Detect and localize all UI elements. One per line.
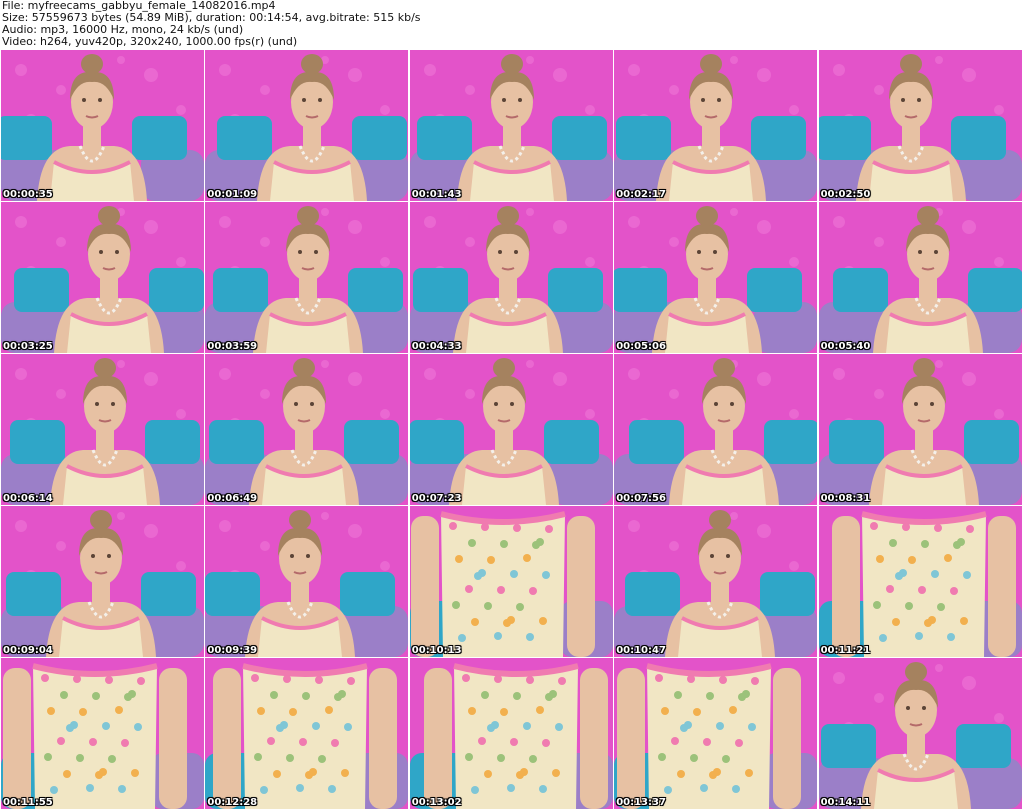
thumbnail-frame-image [205,506,409,657]
thumbnail-frame-image [818,354,1022,505]
timestamp-label: 00:03:59 [207,341,258,352]
video-thumbnail: 00:07:56 [614,354,818,505]
thumbnail-frame-image [614,658,818,809]
timestamp-label: 00:10:13 [411,645,462,656]
thumbnail-frame-image [205,658,409,809]
thumbnail-frame-image [1,506,204,657]
thumbnail-frame-image [409,202,613,353]
timestamp-label: 00:07:23 [411,493,462,504]
timestamp-label: 00:05:40 [820,341,871,352]
timestamp-label: 00:09:39 [207,645,258,656]
video-thumbnail: 00:12:28 [205,658,409,809]
timestamp-label: 00:02:17 [616,189,666,200]
thumbnail-frame-image [205,354,409,505]
timestamp-label: 00:10:47 [616,645,666,656]
timestamp-label: 00:01:43 [411,189,462,200]
timestamp-label: 00:01:09 [207,189,258,200]
thumbnail-frame-image [614,50,818,201]
thumbnail-frame-image [409,658,613,809]
video-line: Video: h264, yuv420p, 320x240, 1000.00 f… [2,35,298,48]
thumbnail-frame-image [818,506,1022,657]
video-thumbnail: 00:08:31 [818,354,1022,505]
thumbnail-frame-image [1,202,204,353]
video-thumbnail: 00:03:25 [1,202,204,353]
timestamp-label: 00:08:31 [820,493,871,504]
thumbnail-frame-image [614,354,818,505]
thumbnail-frame-image [1,354,204,505]
video-thumbnail: 00:05:40 [818,202,1022,353]
video-thumbnail: 00:01:09 [205,50,409,201]
timestamp-label: 00:12:28 [207,797,258,808]
timestamp-label: 00:03:25 [3,341,53,352]
video-thumbnail: 00:09:39 [205,506,409,657]
video-thumbnail: 00:06:14 [1,354,204,505]
thumbnail-frame-image [818,202,1022,353]
video-thumbnail: 00:10:47 [614,506,818,657]
thumbnail-frame-image [409,50,613,201]
video-thumbnail: 00:04:33 [409,202,613,353]
video-thumbnail: 00:01:43 [409,50,613,201]
timestamp-label: 00:00:35 [3,189,53,200]
video-thumbnail: 00:00:35 [1,50,204,201]
thumbnail-frame-image [409,354,613,505]
thumbnail-frame-image [818,50,1022,201]
video-thumbnail: 00:13:37 [614,658,818,809]
timestamp-label: 00:04:33 [411,341,462,352]
thumbnail-frame-image [205,50,409,201]
video-thumbnail: 00:06:49 [205,354,409,505]
video-thumbnail: 00:14:11 [818,658,1022,809]
timestamp-label: 00:09:04 [3,645,53,656]
timestamp-label: 00:13:02 [411,797,462,808]
video-thumbnail: 00:13:02 [409,658,613,809]
video-thumbnail: 00:03:59 [205,202,409,353]
thumbnail-frame-image [205,202,409,353]
thumbnail-frame-image [1,658,204,809]
timestamp-label: 00:06:14 [3,493,53,504]
thumbnail-frame-image [1,50,204,201]
timestamp-label: 00:07:56 [616,493,666,504]
video-thumbnail: 00:11:55 [1,658,204,809]
thumbnail-frame-image [409,506,613,657]
timestamp-label: 00:06:49 [207,493,258,504]
timestamp-label: 00:11:21 [820,645,871,656]
video-thumbnail: 00:02:17 [614,50,818,201]
timestamp-label: 00:13:37 [616,797,666,808]
info-header: File: myfreecams_gabbyu_female_14082016.… [2,0,1022,48]
video-thumbnail: 00:07:23 [409,354,613,505]
video-thumbnail: 00:09:04 [1,506,204,657]
timestamp-label: 00:02:50 [820,189,871,200]
video-thumbnail: 00:02:50 [818,50,1022,201]
thumbnail-frame-image [818,658,1022,809]
timestamp-label: 00:05:06 [616,341,666,352]
video-thumbnail: 00:10:13 [409,506,613,657]
video-thumbnail: 00:11:21 [818,506,1022,657]
timestamp-label: 00:11:55 [3,797,53,808]
timestamp-label: 00:14:11 [820,797,871,808]
video-thumbnail: 00:05:06 [614,202,818,353]
thumbnail-frame-image [614,506,818,657]
thumbnail-frame-image [614,202,818,353]
